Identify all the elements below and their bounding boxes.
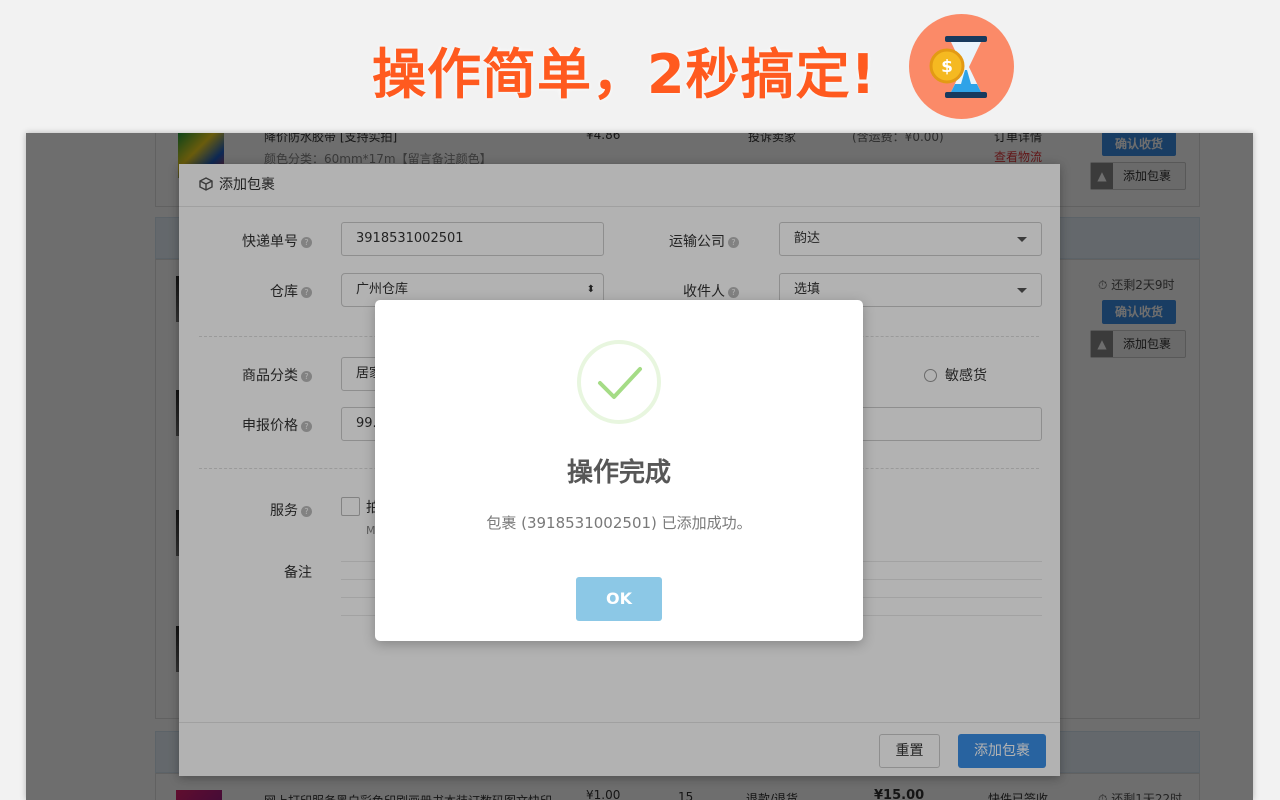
svg-text:$: $ xyxy=(941,57,953,77)
success-modal: 操作完成 包裹 (3918531002501) 已添加成功。 OK xyxy=(375,300,863,641)
promo-headline: 操作简单，2秒搞定! xyxy=(372,43,877,106)
modal-title: 操作完成 xyxy=(566,458,671,488)
success-check-icon xyxy=(577,340,661,424)
promo-banner: 操作简单，2秒搞定! $ xyxy=(0,0,1280,133)
hourglass-coin-icon: $ xyxy=(909,14,1014,119)
modal-message: 包裹 (3918531002501) 已添加成功。 xyxy=(486,514,752,532)
ok-button[interactable]: OK xyxy=(576,577,662,621)
